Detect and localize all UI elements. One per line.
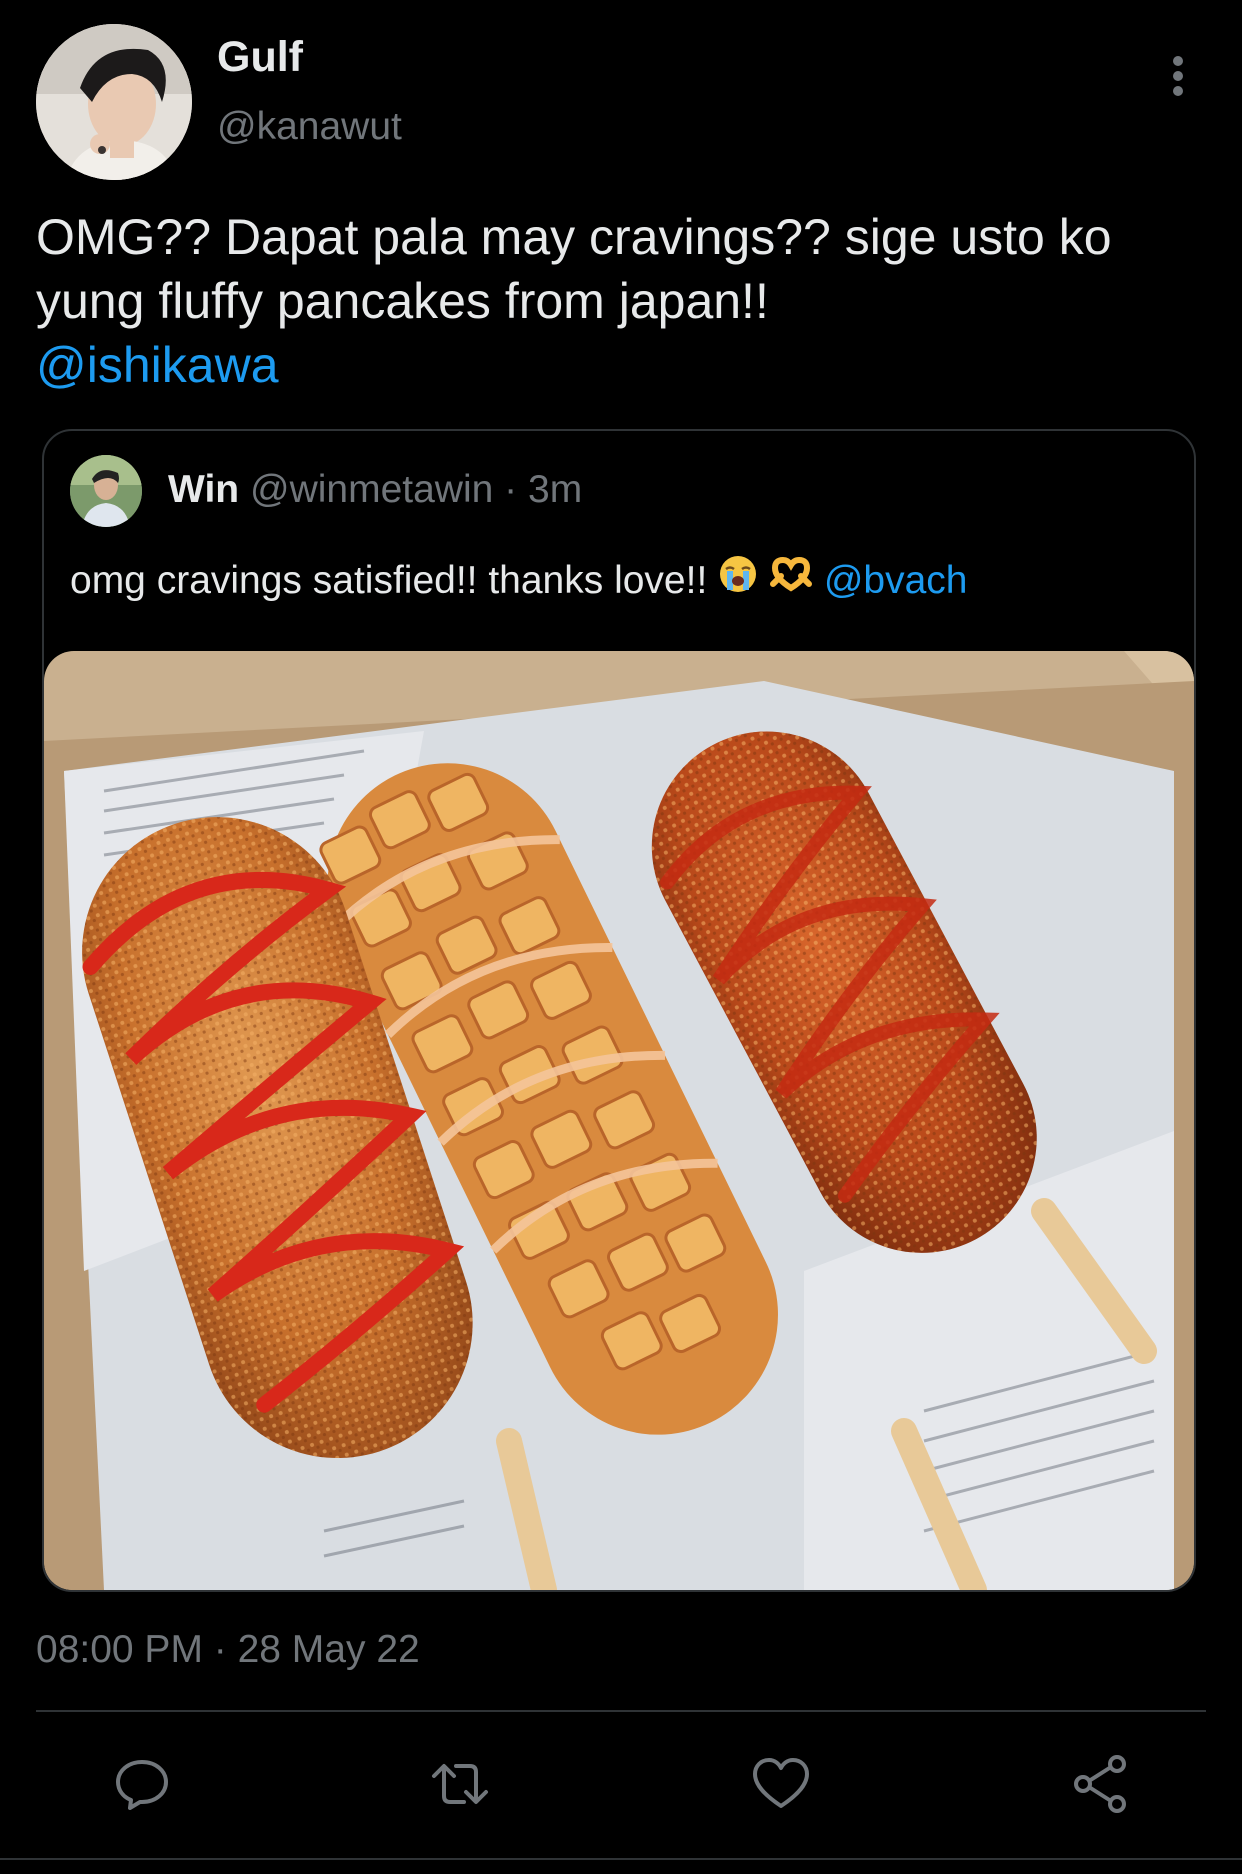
quoted-tweet-text: omg cravings satisfied!! thanks love!! @… bbox=[70, 554, 968, 609]
more-dot-icon bbox=[1173, 71, 1183, 81]
quoted-tweet-photo[interactable] bbox=[44, 651, 1194, 1590]
loudly-crying-face-icon bbox=[718, 554, 758, 606]
reply-icon bbox=[116, 1760, 168, 1810]
like-button[interactable] bbox=[749, 1752, 813, 1816]
retweet-button[interactable] bbox=[428, 1752, 492, 1816]
quoted-tweet-body: omg cravings satisfied!! thanks love!! bbox=[70, 559, 708, 603]
divider bbox=[36, 1710, 1206, 1712]
quoted-tweet-header: Win @winmetawin · 3m bbox=[168, 467, 582, 514]
share-button[interactable] bbox=[1069, 1752, 1133, 1816]
share-icon bbox=[1074, 1755, 1126, 1813]
tweet-body: OMG?? Dapat pala may cravings?? sige ust… bbox=[36, 209, 1112, 329]
tweet-mention-link[interactable]: @ishikawa bbox=[36, 337, 279, 393]
more-options-button[interactable] bbox=[1155, 50, 1203, 102]
quoted-tweet-time: 3m bbox=[528, 468, 583, 511]
quoted-author-handle[interactable]: @winmetawin bbox=[250, 468, 493, 511]
quoted-author-name[interactable]: Win bbox=[168, 468, 239, 511]
separator-dot: · bbox=[504, 468, 518, 511]
author-name[interactable]: Gulf bbox=[217, 33, 303, 81]
more-dot-icon bbox=[1173, 56, 1183, 66]
quoted-author-avatar[interactable] bbox=[70, 455, 142, 527]
tweet-text: OMG?? Dapat pala may cravings?? sige ust… bbox=[36, 205, 1216, 397]
heart-hands-icon bbox=[769, 554, 813, 606]
tweet-timestamp[interactable]: 08:00 PM · 28 May 22 bbox=[36, 1628, 420, 1672]
retweet-icon bbox=[432, 1764, 488, 1804]
like-icon bbox=[753, 1758, 809, 1808]
divider bbox=[0, 1858, 1242, 1860]
more-dot-icon bbox=[1173, 86, 1183, 96]
quoted-tweet-card[interactable]: Win @winmetawin · 3m omg cravings satisf… bbox=[42, 429, 1196, 1592]
author-avatar[interactable] bbox=[36, 24, 192, 180]
reply-button[interactable] bbox=[110, 1752, 174, 1816]
quoted-mention-link[interactable]: @bvach bbox=[824, 559, 968, 602]
author-handle[interactable]: @kanawut bbox=[217, 105, 402, 149]
